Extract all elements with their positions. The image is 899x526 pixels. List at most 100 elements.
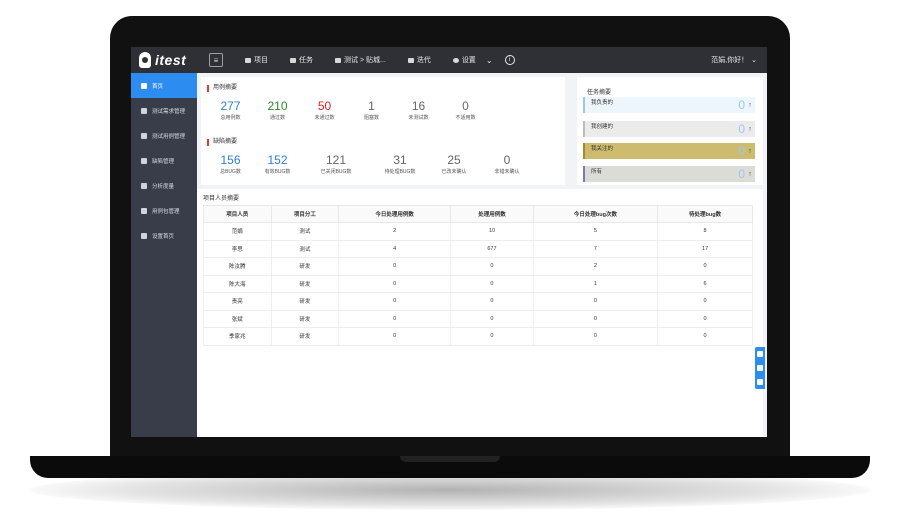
arrow-up-icon: ↑ [748,170,752,178]
sidebar-item-requirements[interactable]: 测试需求管理 [131,98,197,123]
edit-icon[interactable] [757,351,763,357]
task-label: 我负责的 [591,100,614,106]
stat-blocked: 1 阻塞数 [348,99,395,121]
stat-pending-bugs: 31 待处理BUG数 [371,153,429,175]
stat-failed: 50 未通过数 [301,99,348,121]
summary-panel: 用例摘要 277 总用例数 210 通过数 50 未通过数 1 阻塞数 16 未… [201,77,565,185]
task-item-responsible[interactable]: 我负责的 0 ↑ [583,97,755,113]
table-cell: 陈汝腾 [203,257,272,276]
table-cell: 677 [450,239,534,258]
stat-label: 已关闭BUG数 [320,169,352,175]
stat-not-applicable: 0 不适用数 [442,99,489,121]
table-cell: 0 [338,274,452,293]
app-screen: itest ≡ 项目 任务 测试 > 贴城... 迭代 设置 ⌄ i 范娟,你好… [131,47,767,437]
sidebar-item-label: 测试需求管理 [152,108,186,115]
info-icon[interactable]: i [504,55,515,65]
chevron-down-icon[interactable]: ⌄ [486,56,493,65]
bug-summary-title: 缺陷摘要 [207,139,237,146]
stat-value: 152 [267,153,288,167]
logo-icon [139,52,151,68]
table-cell: 8 [657,222,753,241]
tools-icon [141,157,147,164]
table-header-row: 项目人员 项目分工 今日处理用例数 处理用例数 今日处理bug次数 待处理bug… [203,205,753,223]
table-cell: 0 [338,309,452,328]
sidebar-item-home[interactable]: 首页 [131,73,197,98]
sidebar-item-settings-home[interactable]: 设置首页 [131,223,197,248]
team-summary-panel: 项目人员摘要 项目人员 项目分工 今日处理用例数 处理用例数 今日处理bug次数… [197,189,763,437]
table-row: 李思 测试 4 677 7 17 [203,239,753,258]
home-icon [141,232,147,239]
chat-icon[interactable] [757,365,763,371]
team-table: 项目人员 项目分工 今日处理用例数 处理用例数 今日处理bug次数 待处理bug… [203,205,753,346]
table-cell: 10 [450,222,534,241]
sidebar-item-label: 设置首页 [152,233,175,240]
column-header: 项目人员 [203,205,272,223]
stat-label: 有效BUG数 [264,169,291,175]
table-cell: 张斌 [203,309,272,328]
sidebar-item-label: 测试用例管理 [152,133,186,140]
table-cell: 0 [338,257,452,276]
nav-item-project[interactable]: 项目 [245,55,268,65]
home-icon [141,82,147,89]
table-cell: 1 [532,274,659,293]
task-count: 0 [738,122,745,136]
sidebar-item-packages[interactable]: 用例包管理 [131,198,197,223]
task-item-all[interactable]: 所有 0 ↑ [583,166,755,182]
table-cell: 0 [450,257,534,276]
column-header: 待处理bug数 [657,205,753,223]
table-cell: 测试 [270,239,340,258]
app-logo[interactable]: itest [139,51,186,69]
stat-label: 未测试数 [408,115,429,121]
task-count: 0 [738,98,745,112]
table-cell: 季家兆 [203,327,272,346]
stat-label: 总用例数 [220,115,241,121]
stat-value: 121 [325,153,347,167]
table-cell: 0 [657,257,753,276]
table-cell: 研发 [270,274,340,293]
column-header: 项目分工 [270,205,340,223]
task-item-followed[interactable]: 我关注的 0 ↑ [583,143,755,159]
hamburger-icon: ≡ [213,55,219,65]
table-cell: 研发 [270,292,340,311]
stat-valid-bugs: 152 有效BUG数 [254,153,301,175]
task-label: 所有 [591,169,603,175]
document-icon [141,132,147,139]
table-cell: 0 [450,309,534,328]
stat-value: 16 [411,99,426,113]
sidebar-item-analytics[interactable]: 分析度量 [131,173,197,198]
sidebar-item-label: 用例包管理 [152,208,180,215]
user-greeting: 范娟,你好！ [711,57,749,64]
nav-item-current-project[interactable]: 测试 > 贴城... [335,55,386,65]
stat-value: 210 [267,99,288,113]
chat-icon [335,57,341,63]
bar-chart-icon [141,182,147,189]
user-menu[interactable]: 范娟,你好！ ⌄ [711,47,757,73]
case-summary-stats: 277 总用例数 210 通过数 50 未通过数 1 阻塞数 16 未测试数 0… [207,99,489,121]
table-cell: 0 [532,292,659,311]
sidebar-item-testcases[interactable]: 测试用例管理 [131,123,197,148]
stat-closed-bugs: 121 已关闭BUG数 [301,153,371,175]
stat-label: 待处理BUG数 [384,169,416,175]
table-cell: 2 [532,257,659,276]
briefcase-icon [141,107,147,114]
nav-item-task[interactable]: 任务 [290,55,313,65]
top-bar: itest ≡ 项目 任务 测试 > 贴城... 迭代 设置 ⌄ i 范娟,你好… [131,47,767,73]
table-row: 陈汝腾 研发 0 0 2 0 [203,257,753,276]
task-summary-title: 任务摘要 [587,90,612,96]
nav-label: 项目 [254,57,268,64]
table-cell: 李思 [203,239,272,258]
table-cell: 测试 [270,222,340,241]
task-item-created[interactable]: 我创建的 0 ↑ [583,121,755,137]
menu-toggle-button[interactable]: ≡ [209,53,223,67]
stat-label: 非错未确认 [494,169,520,175]
nav-item-settings[interactable]: 设置 [452,55,476,65]
stat-value: 31 [393,153,407,167]
table-cell: 0 [450,292,534,311]
sidebar-item-defects[interactable]: 缺陷管理 [131,148,197,173]
stat-value: 156 [220,153,241,167]
stat-label: 不适用数 [455,115,476,121]
package-icon [141,207,147,214]
sidebar: 首页 测试需求管理 测试用例管理 缺陷管理 分析度量 用例包管理 设置首页 [131,73,197,437]
nav-item-iteration[interactable]: 迭代 [407,55,431,65]
top-icon[interactable] [757,379,763,385]
